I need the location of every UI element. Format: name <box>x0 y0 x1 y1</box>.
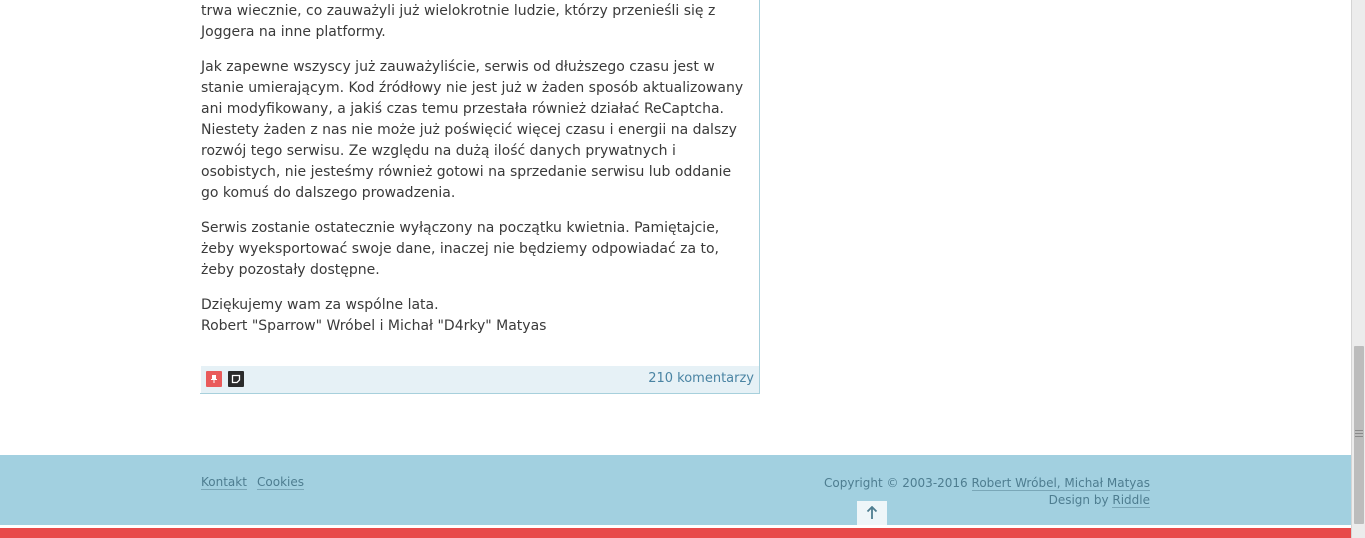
authors-line: Robert "Sparrow" Wróbel i Michał "D4rky"… <box>201 318 547 334</box>
post-paragraph-2: Jak zapewne wszyscy już zauważyliście, s… <box>201 59 744 201</box>
post-paragraph-1: tworzyliśmy zręby wczesnego polskiego in… <box>201 3 716 40</box>
site-footer: Kontakt Cookies Copyright © 2003-2016 Ro… <box>0 455 1351 525</box>
pin-icon[interactable] <box>206 371 222 387</box>
post-footer: 210 komentarzy <box>201 366 759 393</box>
grip-icon <box>1355 430 1363 437</box>
contact-link[interactable]: Kontakt <box>201 475 247 490</box>
back-to-top-button[interactable] <box>857 501 887 525</box>
scrollbar-thumb[interactable] <box>1354 346 1364 524</box>
design-text: Design by <box>1048 493 1109 507</box>
arrow-up-icon <box>866 506 878 519</box>
cookies-link[interactable]: Cookies <box>257 475 304 490</box>
design-author-link[interactable]: Riddle <box>1112 493 1150 508</box>
post-paragraph-3: Serwis zostanie ostatecznie wyłączony na… <box>201 220 720 278</box>
comments-link[interactable]: 210 komentarzy <box>648 371 754 386</box>
accent-bar <box>0 525 1351 538</box>
note-icon[interactable] <box>228 371 244 387</box>
copyright-authors-link[interactable]: Robert Wróbel, Michał Matyas <box>971 476 1150 491</box>
post-body: tworzyliśmy zręby wczesnego polskiego in… <box>201 0 746 351</box>
accent-bar-fill <box>0 528 1351 538</box>
post-card: tworzyliśmy zręby wczesnego polskiego in… <box>200 0 760 394</box>
vertical-scrollbar[interactable] <box>1351 0 1365 538</box>
post-signature: Dziękujemy wam za wspólne lata. Robert "… <box>201 295 746 337</box>
closing-line: Dziękujemy wam za wspólne lata. <box>201 297 439 313</box>
copyright-text: Copyright © 2003-2016 <box>824 476 968 490</box>
